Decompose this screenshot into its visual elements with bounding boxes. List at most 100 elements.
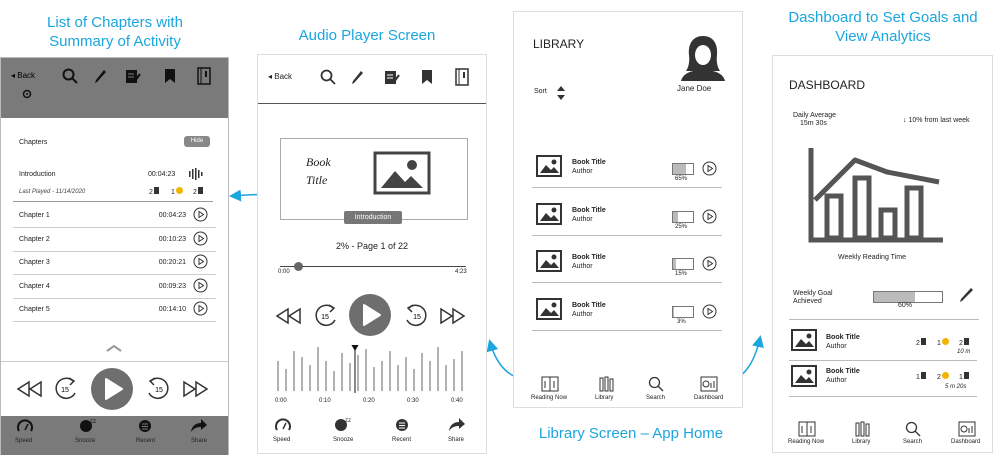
book-title: Book Title — [572, 159, 606, 166]
bookmark-icon[interactable] — [421, 69, 433, 85]
back-button[interactable]: ◂ Back — [11, 71, 35, 80]
book-row[interactable]: Book Title Author 25% — [532, 199, 722, 236]
play-icon[interactable] — [193, 301, 208, 316]
chevron-up-icon[interactable] — [105, 343, 123, 353]
daily-average-label: Daily Average — [793, 112, 837, 119]
sort-button[interactable]: Sort — [534, 88, 547, 95]
cover-title: Book Title — [306, 155, 331, 187]
rewind-icon[interactable] — [274, 307, 302, 325]
sort-icon[interactable] — [556, 85, 566, 101]
book-progress-pct: 25% — [675, 224, 688, 230]
dashboard-book-row[interactable]: Book Title Author 1 2 1 5 m 20s — [789, 360, 977, 397]
speed-icon[interactable] — [275, 418, 291, 432]
search-icon[interactable] — [905, 421, 921, 437]
speed-icon[interactable] — [17, 419, 33, 433]
play-icon[interactable] — [702, 161, 717, 176]
book-thumbnail-icon — [791, 329, 817, 351]
play-icon[interactable] — [702, 256, 717, 271]
share-icon[interactable] — [190, 418, 208, 433]
notes-count: 1 — [916, 372, 926, 381]
nav-search[interactable]: Search — [646, 395, 665, 401]
note-icon[interactable] — [384, 69, 400, 85]
chapter-row[interactable]: Chapter 1 00:04:23 — [13, 204, 216, 228]
snooze-icon[interactable]: zz — [78, 417, 96, 433]
dashboard-book-row[interactable]: Book Title Author 2 1 2 10 m — [789, 326, 977, 361]
book-row[interactable]: Book Title Author 15% — [532, 246, 722, 283]
player-screen: ◂ Back Book Title Introduction 2% - Page… — [257, 54, 487, 454]
svg-text:15: 15 — [413, 314, 421, 321]
weekly-goal-pct: 60% — [898, 302, 913, 309]
library-icon[interactable] — [854, 421, 872, 437]
book-progress-bar — [672, 306, 694, 318]
intro-name[interactable]: Introduction — [19, 171, 56, 178]
seek-track[interactable] — [280, 266, 466, 267]
play-icon[interactable] — [193, 278, 208, 293]
edit-goal-pencil-icon[interactable] — [959, 286, 975, 303]
reading-now-icon[interactable] — [541, 376, 559, 392]
divider — [789, 319, 979, 320]
back-button[interactable]: ◂ Back — [268, 72, 292, 81]
snooze-icon[interactable]: zz — [333, 416, 351, 432]
nav-search[interactable]: Search — [903, 439, 922, 445]
recent-icon[interactable] — [138, 419, 152, 433]
note-icon[interactable] — [125, 68, 141, 84]
daily-average-value: 15m 30s — [800, 120, 827, 127]
chapter-time: 00:04:23 — [158, 212, 186, 219]
fast-forward-icon[interactable] — [182, 380, 210, 398]
book-title: Book Title — [572, 207, 606, 214]
intro-bookmarks-count: 2 — [193, 187, 203, 196]
search-icon[interactable] — [320, 69, 336, 85]
play-icon[interactable] — [702, 304, 717, 319]
rewind-icon[interactable] — [15, 380, 43, 398]
play-icon[interactable] — [702, 209, 717, 224]
book-title: Book Title — [572, 254, 606, 261]
fast-forward-icon[interactable] — [439, 307, 467, 325]
book-thumbnail-icon — [536, 250, 562, 272]
nav-reading-now[interactable]: Reading Now — [788, 439, 824, 445]
search-icon[interactable] — [648, 376, 664, 392]
chapter-row[interactable]: Chapter 2 00:10:23 — [13, 228, 216, 252]
user-name: Jane Doe — [677, 84, 712, 93]
nav-library[interactable]: Library — [852, 439, 870, 445]
weekly-change: ↓ 10% from last week — [903, 117, 970, 124]
nav-library[interactable]: Library — [595, 395, 613, 401]
settings-icon[interactable] — [21, 88, 33, 100]
hide-button[interactable]: Hide — [184, 136, 210, 147]
play-icon[interactable] — [193, 207, 208, 222]
reading-now-icon[interactable] — [798, 421, 816, 437]
nav-reading-now[interactable]: Reading Now — [531, 395, 567, 401]
book-icon[interactable] — [455, 68, 469, 86]
seek-handle[interactable] — [294, 262, 304, 271]
skip-forward-15-icon[interactable]: 15 — [145, 375, 173, 403]
user-avatar[interactable] — [678, 33, 728, 81]
book-row[interactable]: Book Title Author 65% — [532, 151, 722, 188]
chapter-row[interactable]: Chapter 5 00:14:10 — [13, 298, 216, 322]
bookmark-icon[interactable] — [164, 68, 176, 84]
skip-back-15-icon[interactable]: 15 — [51, 375, 79, 403]
skip-forward-15-icon[interactable]: 15 — [403, 302, 431, 330]
chapter-name: Chapter 2 — [19, 236, 50, 243]
play-icon[interactable] — [193, 231, 208, 246]
chapter-row[interactable]: Chapter 4 00:09:23 — [13, 275, 216, 299]
audio-scrubber[interactable] — [276, 345, 470, 395]
nav-dashboard[interactable]: Dashboard — [951, 439, 980, 445]
play-button[interactable] — [90, 367, 134, 411]
dashboard-screen: DASHBOARD Daily Average 15m 30s ↓ 10% fr… — [772, 55, 993, 453]
play-icon[interactable] — [193, 254, 208, 269]
recent-icon[interactable] — [395, 418, 409, 432]
chapter-row[interactable]: Chapter 3 00:20:21 — [13, 251, 216, 275]
play-button[interactable] — [348, 293, 392, 337]
dashboard-icon[interactable] — [700, 376, 718, 392]
share-icon[interactable] — [448, 417, 466, 432]
library-icon[interactable] — [598, 376, 616, 392]
svg-text:15: 15 — [61, 387, 69, 394]
pencil-icon[interactable] — [94, 68, 108, 84]
pencil-icon[interactable] — [351, 69, 365, 85]
dashboard-icon[interactable] — [958, 421, 976, 437]
skip-back-15-icon[interactable]: 15 — [311, 302, 339, 330]
search-icon[interactable] — [62, 68, 78, 84]
book-icon[interactable] — [197, 67, 211, 85]
book-row[interactable]: Book Title Author 3% — [532, 294, 722, 331]
nav-dashboard[interactable]: Dashboard — [694, 395, 723, 401]
notes-count: 2 — [916, 338, 926, 347]
